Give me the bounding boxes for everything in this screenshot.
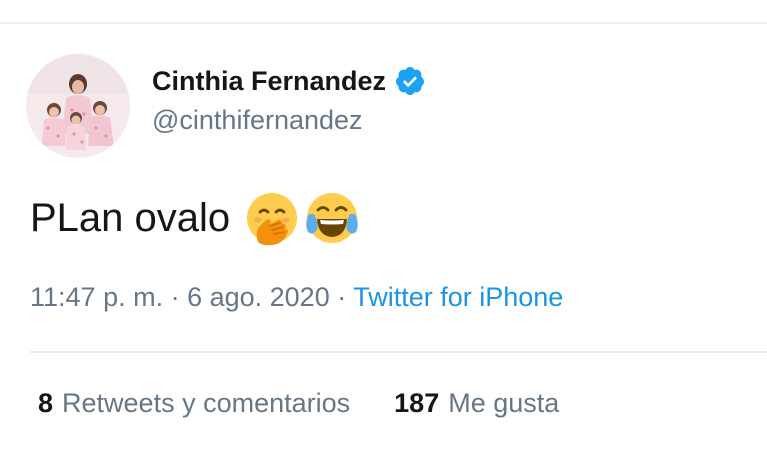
face-with-tears-of-joy-icon bbox=[304, 190, 360, 246]
likes-count: 187 bbox=[394, 388, 440, 418]
tweet-text: PLan ovalo bbox=[30, 195, 231, 240]
author-handle[interactable]: @cinthifernandez bbox=[152, 105, 363, 136]
tweet-meta-row: 11:47 p. m. · 6 ago. 2020 · Twitter for … bbox=[30, 282, 563, 313]
tweet-date[interactable]: 6 ago. 2020 bbox=[187, 282, 330, 312]
author-name-row: Cinthia Fernandez bbox=[152, 65, 426, 97]
tweet-time[interactable]: 11:47 p. m. bbox=[30, 282, 163, 312]
avatar[interactable] bbox=[26, 54, 130, 158]
tweet-text-row: PLan ovalo bbox=[30, 190, 360, 246]
tweet-card: Cinthia Fernandez @cinthifernandez PLan … bbox=[0, 24, 767, 456]
likes-label: Me gusta bbox=[448, 388, 560, 418]
stats-divider bbox=[30, 351, 767, 353]
verified-badge-icon bbox=[394, 65, 426, 97]
retweets-label: Retweets y comentarios bbox=[62, 388, 351, 418]
retweets-count: 8 bbox=[38, 388, 54, 418]
tweet-source-link[interactable]: Twitter for iPhone bbox=[353, 282, 563, 312]
likes-stat[interactable]: 187 Me gusta bbox=[394, 388, 559, 419]
meta-separator: · bbox=[329, 282, 354, 312]
meta-separator: · bbox=[163, 282, 188, 312]
retweets-stat[interactable]: 8 Retweets y comentarios bbox=[38, 388, 350, 419]
avatar-photo bbox=[26, 54, 130, 158]
tweet-stats-row: 8 Retweets y comentarios 187 Me gusta bbox=[38, 388, 559, 419]
author-display-name[interactable]: Cinthia Fernandez bbox=[152, 66, 386, 97]
face-with-hand-over-mouth-icon bbox=[244, 190, 300, 246]
